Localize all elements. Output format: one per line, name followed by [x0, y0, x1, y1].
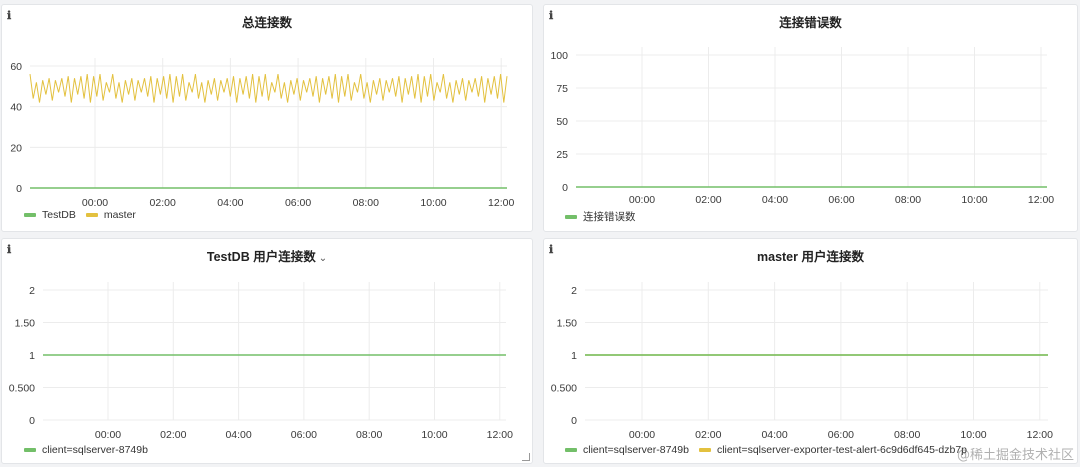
x-tick-label: 00:00	[629, 429, 655, 441]
legend-label: client=sqlserver-8749b	[42, 444, 148, 456]
chart-legend: client=sqlserver-8749b	[24, 444, 158, 456]
y-tick-label: 0	[16, 183, 22, 195]
x-tick-label: 04:00	[225, 429, 251, 441]
y-tick-label: 75	[556, 83, 568, 95]
legend-label: client=sqlserver-exporter-test-alert-6c9…	[716, 444, 968, 456]
x-tick-label: 10:00	[421, 429, 447, 441]
legend-item[interactable]: 连接错误数	[565, 209, 636, 224]
chart-legend: client=sqlserver-8749b client=sqlserver-e…	[565, 444, 977, 456]
legend-swatch	[85, 213, 98, 217]
x-tick-label: 02:00	[150, 197, 176, 209]
legend-swatch	[24, 213, 36, 217]
y-tick-label: 1	[571, 350, 577, 362]
legend-label: client=sqlserver-8749b	[583, 444, 689, 456]
y-tick-label: 0.500	[9, 383, 35, 395]
y-tick-label: 2	[29, 285, 35, 297]
chart-connection-errors: 0 25 50 75 100 00:00 02:00 04:00 06:00 08:00 10:00…	[550, 47, 1054, 206]
chart-legend: 连接错误数	[565, 209, 646, 224]
legend-swatch	[24, 448, 36, 452]
x-tick-label: 10:00	[960, 429, 986, 441]
x-tick-label: 04:00	[217, 197, 243, 209]
x-tick-label: 00:00	[629, 194, 655, 206]
legend-item[interactable]: client=sqlserver-exporter-test-alert-6c9…	[698, 444, 968, 456]
x-tick-label: 06:00	[828, 429, 854, 441]
x-tick-label: 12:00	[488, 197, 514, 209]
y-tick-label: 60	[10, 61, 22, 73]
x-tick-label: 02:00	[695, 194, 721, 206]
legend-item[interactable]: client=sqlserver-8749b	[565, 444, 689, 456]
legend-item[interactable]: TestDB	[24, 209, 76, 221]
panel-connection-errors[interactable]: ℹ 连接错误数 0 25 50 75 100 00:00 02:00 04:00 06:00 08…	[543, 4, 1078, 232]
panel-testdb-user-connections[interactable]: ℹ TestDB 用户连接数 ⌄ 0 0.500 1 1.50 2 00:00 02:00 04…	[1, 238, 533, 464]
y-tick-label: 25	[556, 149, 568, 161]
x-tick-label: 12:00	[1027, 429, 1053, 441]
x-tick-label: 08:00	[353, 197, 379, 209]
y-tick-label: 0	[562, 182, 568, 194]
y-tick-label: 2	[571, 285, 577, 297]
panel-total-connections[interactable]: ℹ 总连接数 0 20 40 60 00:00 02:00 04:00 06:00 08:00 1…	[1, 4, 533, 232]
x-tick-label: 02:00	[695, 429, 721, 441]
y-tick-label: 50	[556, 116, 568, 128]
x-tick-label: 10:00	[961, 194, 987, 206]
x-tick-label: 00:00	[82, 197, 108, 209]
legend-item[interactable]: master	[85, 209, 136, 221]
x-tick-label: 08:00	[356, 429, 382, 441]
x-tick-label: 12:00	[1028, 194, 1054, 206]
legend-swatch	[565, 448, 577, 452]
chart-total-connections: 0 20 40 60 00:00 02:00 04:00 06:00 08:00 10:00 12:…	[10, 58, 514, 209]
x-tick-label: 04:00	[762, 194, 788, 206]
y-tick-label: 0.500	[551, 383, 577, 395]
x-tick-label: 08:00	[895, 194, 921, 206]
x-tick-label: 10:00	[420, 197, 446, 209]
legend-label: master	[103, 209, 136, 221]
legend-label: TestDB	[42, 209, 76, 221]
x-tick-label: 06:00	[285, 197, 311, 209]
x-tick-label: 08:00	[894, 429, 920, 441]
y-tick-label: 1.50	[557, 318, 578, 330]
chart-legend: TestDB master	[24, 209, 146, 221]
chart-master-user-connections: 0 0.500 1 1.50 2 00:00 02:00 04:00 06:00 08:00 10:…	[551, 282, 1053, 441]
y-tick-label: 100	[550, 50, 568, 62]
legend-label: 连接错误数	[583, 211, 636, 223]
panel-master-user-connections[interactable]: ℹ master 用户连接数 0 0.500 1 1.50 2 00:00 02:00 04:…	[543, 238, 1078, 464]
y-tick-label: 1.50	[15, 318, 36, 330]
y-tick-label: 1	[29, 350, 35, 362]
y-tick-label: 40	[10, 102, 22, 114]
legend-swatch	[565, 214, 577, 219]
x-tick-label: 02:00	[160, 429, 186, 441]
x-tick-label: 00:00	[95, 429, 121, 441]
x-tick-label: 06:00	[291, 429, 317, 441]
x-tick-label: 12:00	[487, 429, 513, 441]
legend-item[interactable]: client=sqlserver-8749b	[24, 444, 148, 456]
chart-testdb-user-connections: 0 0.500 1 1.50 2 00:00 02:00 04:00 06:00 08:00 10:…	[9, 282, 513, 441]
legend-swatch	[698, 448, 711, 452]
x-tick-label: 06:00	[828, 194, 854, 206]
y-tick-label: 0	[571, 415, 577, 427]
y-tick-label: 20	[10, 142, 22, 154]
series-line	[29, 74, 508, 103]
y-tick-label: 0	[29, 415, 35, 427]
resize-handle[interactable]	[522, 453, 530, 461]
x-tick-label: 04:00	[761, 429, 787, 441]
watermark: @稀土掘金技术社区	[956, 448, 1074, 463]
